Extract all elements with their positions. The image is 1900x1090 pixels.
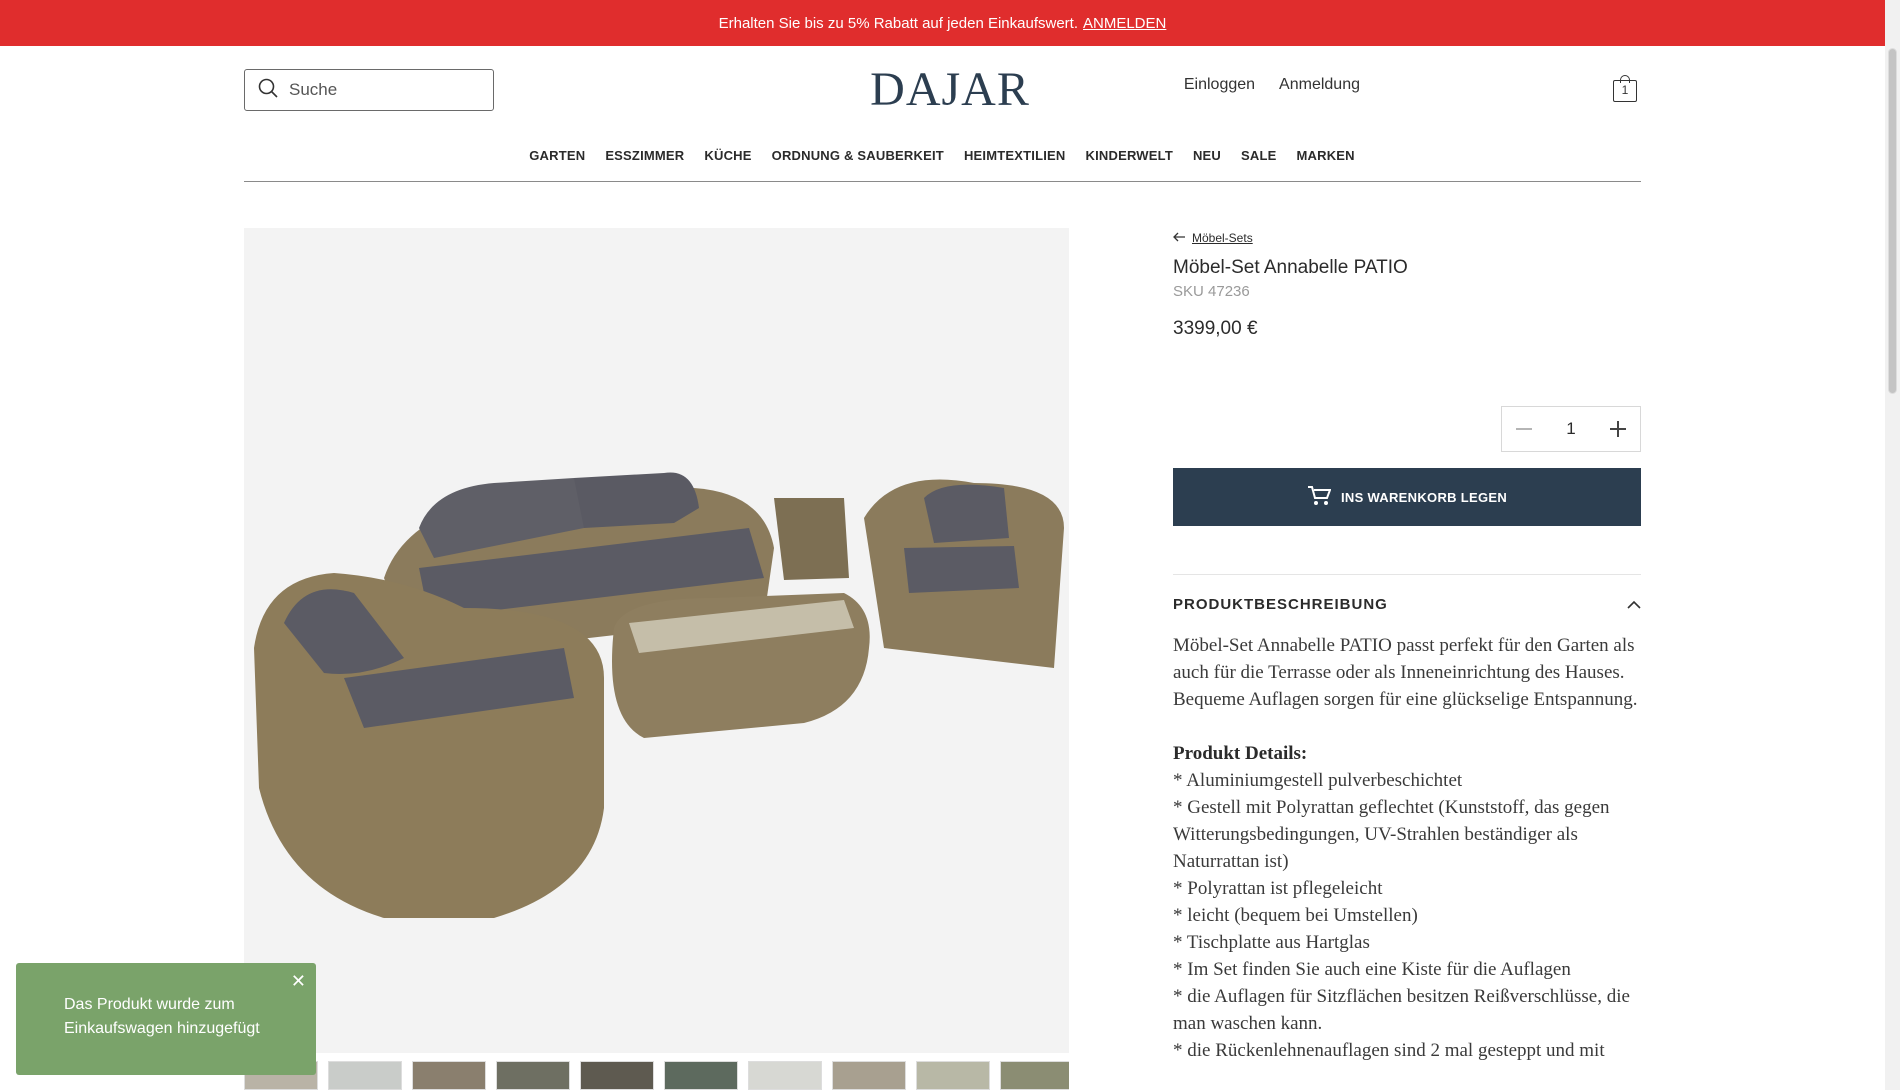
quantity-increase-button[interactable] [1610, 421, 1626, 437]
page-scrollbar[interactable] [1885, 0, 1900, 1090]
quantity-input[interactable] [1551, 419, 1591, 439]
product-image[interactable] [244, 228, 1069, 1053]
main-nav: GARTEN ESSZIMMER KÜCHE ORDNUNG & SAUBERK… [244, 148, 1640, 163]
site-logo[interactable]: DAJAR [860, 62, 1040, 117]
description-heading: PRODUKTBESCHREIBUNG [1173, 596, 1388, 613]
details-heading: Produkt Details: [1173, 743, 1308, 764]
product-title: Möbel-Set Annabelle PATIO [1173, 257, 1408, 278]
nav-item-marken[interactable]: MARKEN [1297, 148, 1355, 163]
add-to-cart-button[interactable]: INS WARENKORB LEGEN [1173, 468, 1641, 526]
thumbnail[interactable] [328, 1061, 402, 1090]
thumbnail[interactable] [748, 1061, 822, 1090]
breadcrumb: Möbel-Sets [1173, 231, 1253, 245]
nav-divider [244, 181, 1641, 182]
thumbnail[interactable] [916, 1061, 990, 1090]
breadcrumb-link[interactable]: Möbel-Sets [1192, 231, 1253, 245]
thumbnail-strip [244, 1061, 1069, 1090]
product-price: 3399,00 € [1173, 318, 1258, 339]
add-to-cart-label: INS WARENKORB LEGEN [1340, 489, 1508, 505]
account-links: Einloggen Anmeldung [1184, 76, 1360, 94]
cart-notification-toast: ✕ Das Produkt wurde zum Einkaufswagen hi… [16, 963, 316, 1075]
detail-item: * Tischplatte aus Hartglas [1173, 932, 1370, 953]
nav-item-kinderwelt[interactable]: KINDERWELT [1086, 148, 1173, 163]
register-link[interactable]: Anmeldung [1279, 76, 1360, 94]
detail-item: * Aluminiumgestell pulverbeschichtet [1173, 770, 1463, 791]
detail-item: * Gestell mit Polyrattan geflechtet (Kun… [1173, 797, 1610, 872]
nav-item-esszimmer[interactable]: ESSZIMMER [605, 148, 684, 163]
patio-furniture-illustration [254, 472, 1064, 918]
nav-item-heimtextilien[interactable]: HEIMTEXTILIEN [964, 148, 1066, 163]
cart-count-badge: 1 [1613, 80, 1637, 102]
nav-item-sale[interactable]: SALE [1241, 148, 1276, 163]
thumbnail[interactable] [664, 1061, 738, 1090]
nav-item-ordnung[interactable]: ORDNUNG & SAUBERKEIT [772, 148, 944, 163]
product-sku: SKU 47236 [1173, 283, 1250, 300]
nav-item-garten[interactable]: GARTEN [529, 148, 585, 163]
thumbnail[interactable] [496, 1061, 570, 1090]
quantity-decrease-button[interactable] [1516, 428, 1532, 430]
thumbnail[interactable] [832, 1061, 906, 1090]
search-icon [257, 77, 279, 104]
arrow-left-icon [1173, 231, 1186, 245]
nav-item-kueche[interactable]: KÜCHE [704, 148, 751, 163]
scrollbar-thumb[interactable] [1888, 48, 1897, 394]
detail-item: * leicht (bequem bei Umstellen) [1173, 905, 1418, 926]
search-box[interactable] [244, 69, 494, 111]
thumbnail[interactable] [412, 1061, 486, 1090]
description-intro: Möbel-Set Annabelle PATIO passt perfekt … [1173, 635, 1638, 710]
chevron-up-icon [1627, 596, 1641, 613]
search-input[interactable] [289, 80, 479, 100]
promo-banner: Erhalten Sie bis zu 5% Rabatt auf jeden … [0, 0, 1885, 46]
nav-item-neu[interactable]: NEU [1193, 148, 1221, 163]
product-description: Möbel-Set Annabelle PATIO passt perfekt … [1173, 632, 1643, 1064]
shopping-cart-icon [1307, 485, 1332, 510]
toast-message: Das Produkt wurde zum Einkaufswagen hinz… [64, 996, 260, 1037]
promo-signup-link[interactable]: ANMELDEN [1083, 15, 1166, 32]
quantity-stepper [1501, 406, 1641, 452]
thumbnail[interactable] [580, 1061, 654, 1090]
detail-item: * Polyrattan ist pflegeleicht [1173, 878, 1383, 899]
detail-item: * die Rückenlehnenauflagen sind 2 mal ge… [1173, 1040, 1605, 1061]
detail-item: * die Auflagen für Sitzflächen besitzen … [1173, 986, 1630, 1034]
description-accordion-header[interactable]: PRODUKTBESCHREIBUNG [1173, 596, 1641, 613]
promo-text: Erhalten Sie bis zu 5% Rabatt auf jeden … [718, 14, 1078, 32]
cart-icon[interactable]: 1 [1613, 75, 1637, 102]
section-divider [1173, 574, 1641, 575]
close-icon[interactable]: ✕ [291, 969, 306, 993]
login-link[interactable]: Einloggen [1184, 76, 1255, 94]
thumbnail[interactable] [1000, 1061, 1069, 1090]
detail-item: * Im Set finden Sie auch eine Kiste für … [1173, 959, 1571, 980]
